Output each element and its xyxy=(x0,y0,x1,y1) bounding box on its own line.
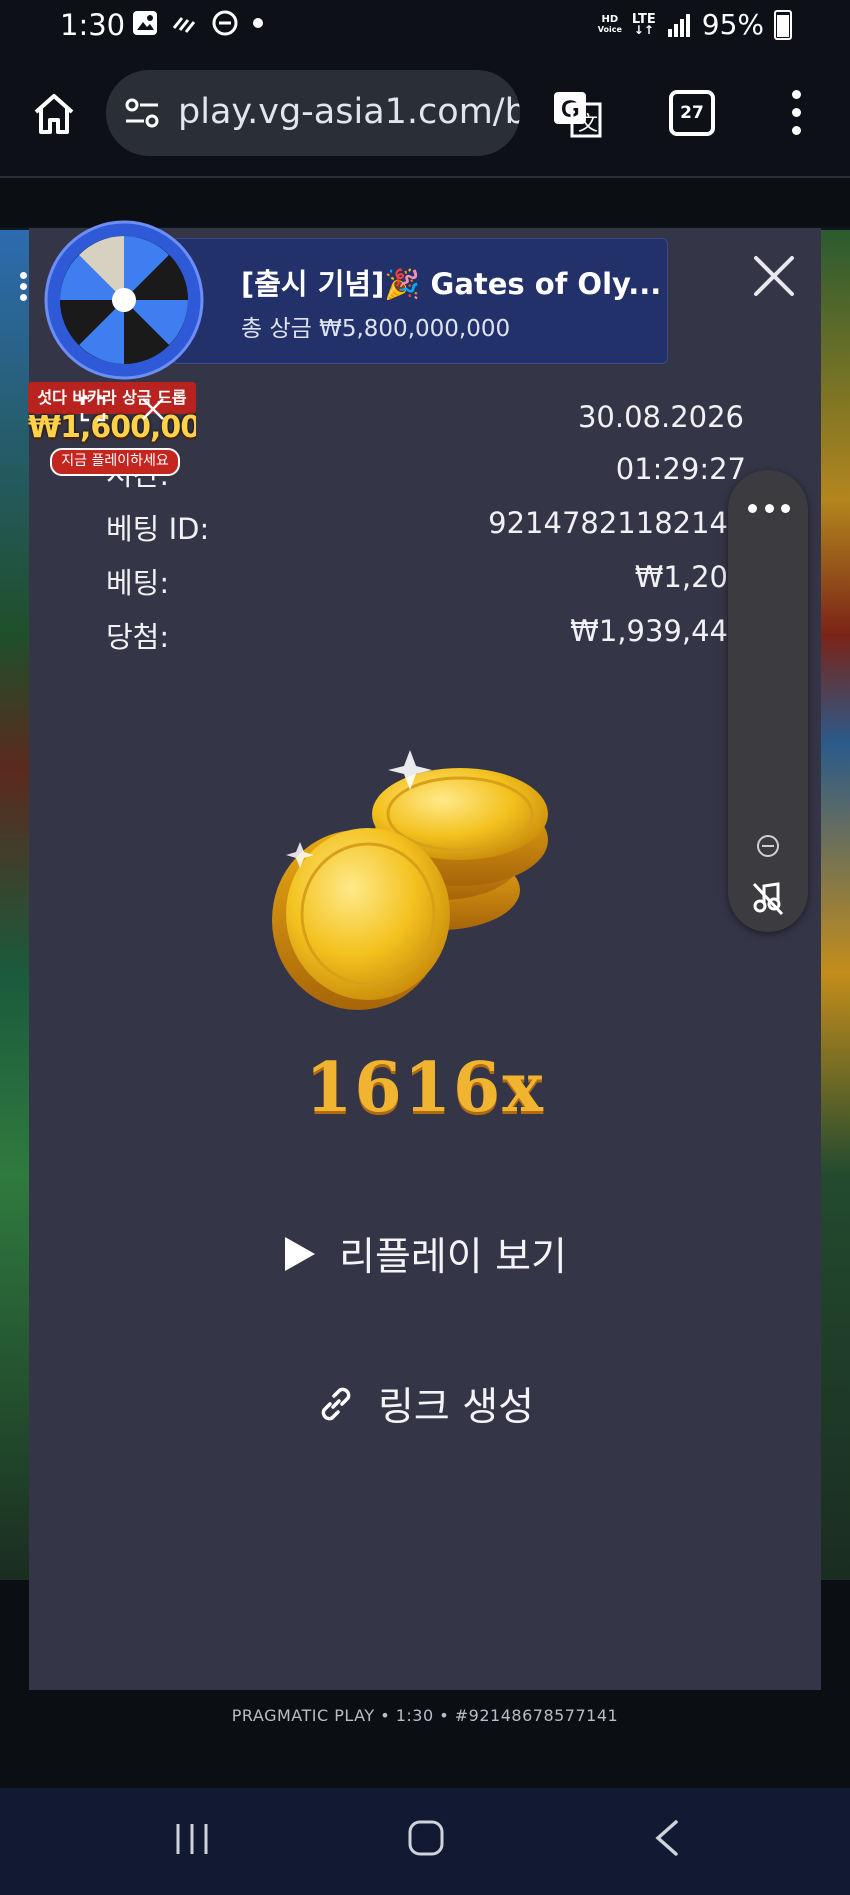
status-notification-icons xyxy=(132,10,264,36)
detail-time-value: 01:29:27 xyxy=(615,452,746,486)
nav-home-icon[interactable] xyxy=(408,1818,444,1858)
svg-text:G: G xyxy=(561,96,580,123)
link-icon xyxy=(321,1387,351,1421)
detail-win-value: ₩1,939,44 xyxy=(570,614,728,648)
battery-percent: 95% xyxy=(701,8,764,41)
dnd-icon xyxy=(212,10,238,36)
address-bar[interactable]: play.vg-asia1.com/b5 xyxy=(106,70,520,156)
svg-text:文: 文 xyxy=(578,112,598,135)
create-link-button[interactable]: 링크 생성 xyxy=(0,1376,850,1432)
floating-tool-panel xyxy=(728,470,808,932)
detail-bet-id-label: 베팅 ID: xyxy=(106,512,210,546)
detail-bet-label: 베팅: xyxy=(106,566,170,600)
tab-switcher-button[interactable]: 27 xyxy=(669,90,715,136)
signal-icon xyxy=(667,13,690,37)
system-nav-bar xyxy=(0,1788,850,1895)
prize-wheel-icon[interactable] xyxy=(44,220,204,380)
detail-bet-id-value: 9214782118214 xyxy=(488,506,728,540)
create-link-label: 링크 생성 xyxy=(378,1385,534,1430)
coins-icon xyxy=(272,750,548,1010)
more-options-icon[interactable] xyxy=(20,272,30,304)
status-bar: 1:30 HD Voice LTE ↓↑ 95% xyxy=(0,0,850,52)
volte-indicator: HD Voice xyxy=(597,13,622,34)
status-right-icons: HD Voice LTE ↓↑ 95% xyxy=(598,8,792,41)
promo-banner[interactable]: [출시 기념]🎉 Gates of Oly... 총 상금 ₩5,800,000… xyxy=(172,238,668,364)
prize-wheel-cta[interactable]: 지금 플레이하세요 xyxy=(50,448,180,476)
back-icon[interactable] xyxy=(652,1818,680,1858)
url-text: play.vg-asia1.com/b5 xyxy=(178,92,520,132)
site-settings-icon[interactable] xyxy=(124,96,160,130)
widget-close-icon[interactable] xyxy=(140,396,166,422)
game-footer-text: PRAGMATIC PLAY • 1:30 • #92148678577141 xyxy=(231,1706,619,1725)
recent-apps-icon[interactable] xyxy=(174,1822,210,1856)
home-icon[interactable] xyxy=(32,92,76,136)
browser-toolbar: play.vg-asia1.com/b5 G文 27 xyxy=(0,52,850,178)
promo-subtitle: 총 상금 ₩5,800,000,000 xyxy=(241,316,511,342)
lte-indicator: LTE ↓↑ xyxy=(631,11,656,37)
detail-bet-value: ₩1,20 xyxy=(634,560,728,594)
dot-icon xyxy=(253,18,263,28)
gallery-icon xyxy=(133,11,157,35)
battery-icon xyxy=(774,9,792,40)
close-icon[interactable] xyxy=(748,250,800,302)
replay-label: 리플레이 보기 xyxy=(339,1235,567,1280)
minimize-icon[interactable] xyxy=(756,834,780,858)
mute-icon[interactable] xyxy=(750,880,786,916)
promo-title: [출시 기념]🎉 Gates of Oly... xyxy=(241,267,662,301)
prize-wheel-badge[interactable]: 섯다 바카라 상금 드롭 ₩1,600,000,000 지금 플레이하세요 xyxy=(28,382,196,476)
detail-date-value: 30.08.2026 xyxy=(577,400,744,434)
sync-icon xyxy=(172,17,196,33)
replay-button[interactable]: 리플레이 보기 xyxy=(0,1226,850,1282)
browser-menu-button[interactable] xyxy=(786,90,806,140)
win-multiplier: 1616x xyxy=(305,1048,545,1128)
panel-more-icon[interactable] xyxy=(748,504,790,516)
play-icon xyxy=(285,1237,316,1271)
expand-icon[interactable] xyxy=(80,396,106,422)
status-time: 1:30 xyxy=(60,8,126,42)
translate-icon[interactable]: G文 xyxy=(552,88,604,140)
detail-win-label: 당첨: xyxy=(106,620,170,654)
prize-wheel-amount: ₩1,600,000,000 xyxy=(28,410,196,445)
